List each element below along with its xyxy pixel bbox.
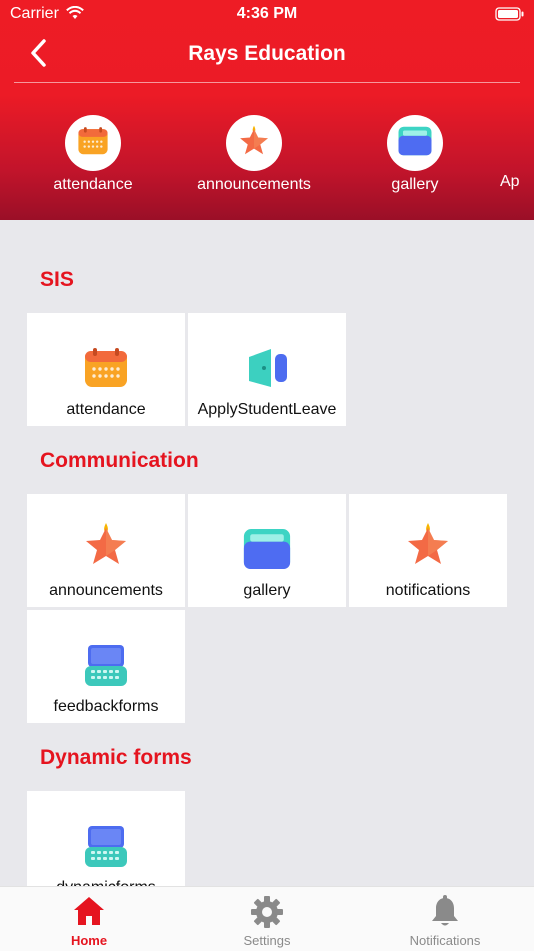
quick-next-label[interactable]: Ap (500, 173, 520, 191)
star-icon (349, 523, 507, 568)
status-bar: Carrier 4:36 PM (0, 0, 534, 28)
tile-dynamicforms[interactable]: dynamicforms (27, 791, 185, 886)
tab-notifications[interactable]: Notifications (356, 887, 534, 951)
quick-announcements-circle (226, 115, 282, 171)
tile-notifications[interactable]: notifications (349, 494, 507, 607)
tile-announcements[interactable]: announcements (27, 494, 185, 607)
tile-attendance[interactable]: attendance (27, 313, 185, 426)
page-title: Rays Education (188, 42, 346, 65)
quick-attendance-label: attendance (53, 176, 133, 193)
quick-attendance[interactable]: attendance (13, 115, 173, 194)
quick-attendance-circle (65, 115, 121, 171)
quick-gallery-label: gallery (391, 176, 439, 193)
tile-gallery[interactable]: gallery (188, 494, 346, 607)
header-divider (14, 82, 520, 83)
tile-label: feedbackforms (53, 698, 159, 715)
tab-bar: Home Settings Notifications (0, 886, 534, 951)
main-content: SIS attendance ApplyStudentLeave Communi… (0, 220, 534, 886)
gear-icon (178, 895, 356, 929)
section-title-communication: Communication (40, 449, 199, 472)
app-header: Carrier 4:36 PM Rays Education attendanc… (0, 0, 534, 220)
tile-apply-student-leave[interactable]: ApplyStudentLeave (188, 313, 346, 426)
quick-gallery-circle (387, 115, 443, 171)
tab-home[interactable]: Home (0, 887, 178, 951)
home-icon (0, 895, 178, 927)
section-title-sis: SIS (40, 268, 74, 291)
quick-announcements-label: announcements (197, 176, 311, 193)
star-icon (238, 125, 270, 162)
quick-gallery[interactable]: gallery (335, 115, 495, 194)
status-time: 4:36 PM (236, 5, 298, 22)
keyboard-icon (27, 825, 185, 869)
tile-feedbackforms[interactable]: feedbackforms (27, 610, 185, 723)
gallery-icon (397, 126, 433, 161)
section-title-dynamic-forms: Dynamic forms (40, 746, 192, 769)
tile-label: dynamicforms (27, 879, 185, 886)
tile-label: ApplyStudentLeave (197, 401, 337, 418)
calendar-icon (77, 126, 109, 161)
tab-home-label: Home (70, 933, 108, 948)
battery-icon (495, 7, 525, 26)
door-icon (188, 347, 346, 389)
tile-label: gallery (243, 582, 291, 599)
tab-notifications-label: Notifications (409, 933, 481, 948)
tile-label: attendance (66, 401, 146, 418)
bell-icon (356, 895, 534, 929)
star-icon (27, 523, 185, 568)
gallery-icon (188, 528, 346, 570)
tab-settings[interactable]: Settings (178, 887, 356, 951)
tile-label: announcements (49, 582, 163, 599)
keyboard-icon (27, 644, 185, 688)
quick-announcements[interactable]: announcements (174, 115, 334, 194)
tab-settings-label: Settings (243, 933, 291, 948)
nav-bar: Rays Education (0, 28, 534, 82)
calendar-icon (27, 347, 185, 389)
tile-label: notifications (385, 582, 471, 599)
